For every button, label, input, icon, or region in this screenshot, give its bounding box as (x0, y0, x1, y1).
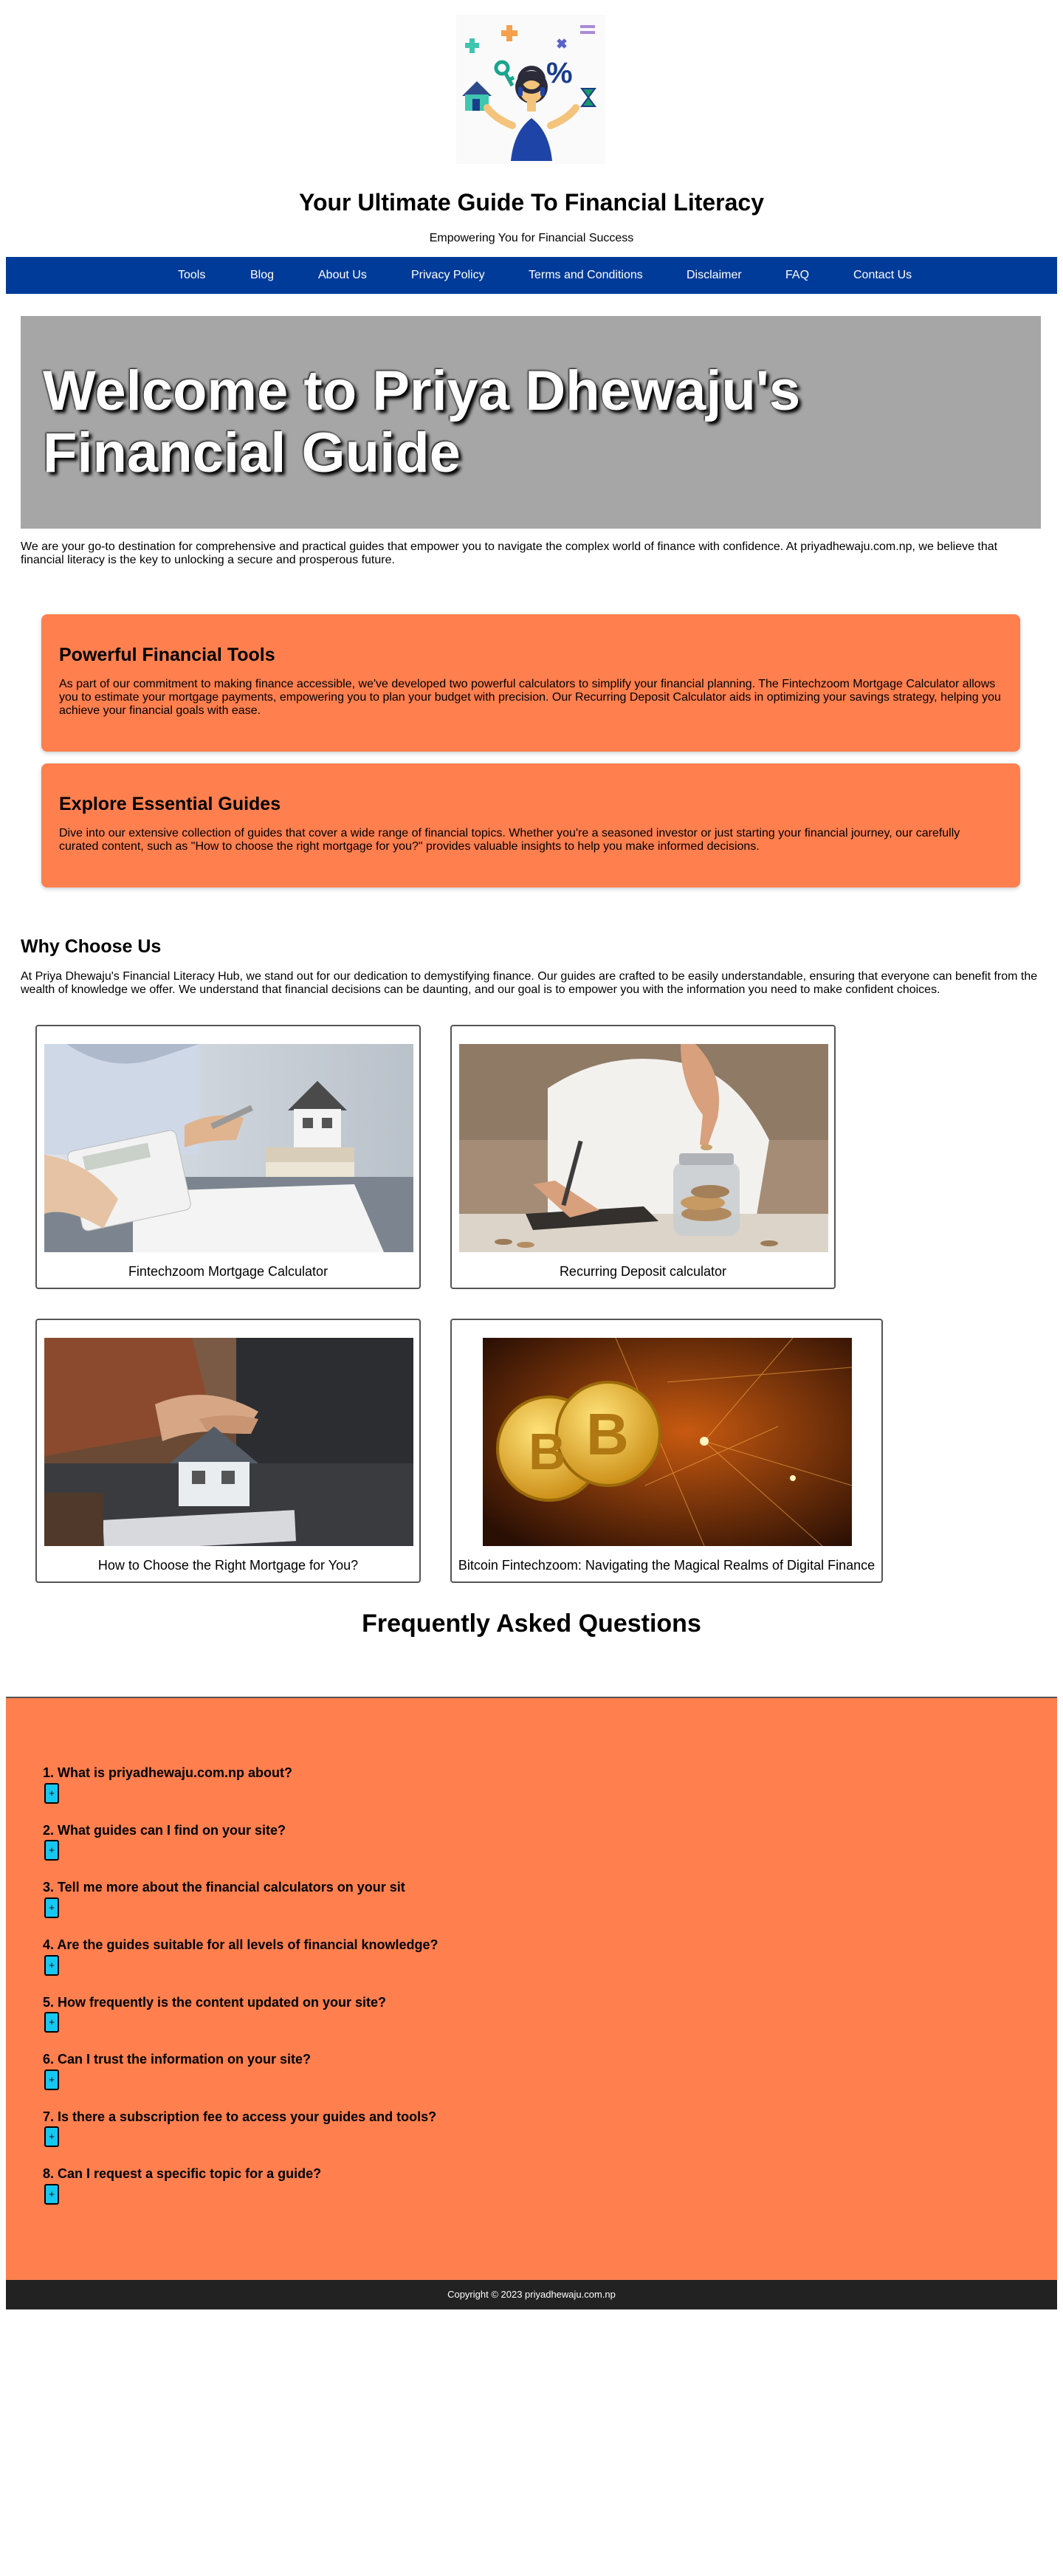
nav-item-privacy-policy[interactable]: Privacy Policy (411, 269, 485, 282)
card-caption: How to Choose the Right Mortgage for You… (97, 1558, 359, 1573)
faq-question: 1. What is priyadhewaju.com.np about? (43, 1765, 293, 1780)
faq-question: 7. Is there a subscription fee to access… (43, 2109, 437, 2124)
nav-item-terms-and-conditions[interactable]: Terms and Conditions (529, 269, 643, 282)
why-choose-us-title: Why Choose Us (21, 936, 162, 957)
faq-question: 3. Tell me more about the financial calc… (43, 1880, 405, 1895)
calculator-house-photo (44, 1044, 413, 1252)
nav-item-about-us[interactable]: About Us (318, 269, 367, 282)
feature-title: Explore Essential Guides (59, 794, 281, 814)
faq-question: 4. Are the guides suitable for all level… (43, 1937, 438, 1952)
main-nav: Tools Blog About Us Privacy Policy Terms… (6, 257, 1057, 294)
coin-jar-photo (459, 1044, 828, 1252)
feature-card-tools: Powerful Financial Tools As part of our … (41, 614, 1020, 752)
feature-text: As part of our commitment to making fina… (59, 678, 1001, 717)
site-header: % Your Ultimate Guide To Financial Liter… (0, 0, 1063, 257)
faq-expand-button[interactable]: + (44, 2070, 59, 2090)
handshake-house-photo (44, 1338, 413, 1546)
faq-expand-button[interactable]: + (44, 1897, 59, 1918)
faq-expand-button[interactable]: + (44, 1955, 59, 1976)
faq-section: 1. What is priyadhewaju.com.np about? + … (6, 1697, 1057, 2280)
faq-question: 6. Can I trust the information on your s… (43, 2052, 312, 2067)
why-choose-us-text: At Priya Dhewaju's Financial Literacy Hu… (21, 970, 1038, 996)
nav-item-contact-us[interactable]: Contact Us (853, 269, 912, 282)
feature-card-guides: Explore Essential Guides Dive into our e… (41, 763, 1020, 887)
faq-title: Frequently Asked Questions (362, 1610, 701, 1638)
card-recurring-deposit[interactable]: Recurring Deposit calculator (450, 1025, 836, 1289)
svg-text:%: % (546, 57, 573, 89)
nav-item-faq[interactable]: FAQ (785, 269, 809, 282)
faq-question: 8. Can I request a specific topic for a … (43, 2166, 322, 2181)
svg-text:B: B (529, 1423, 566, 1480)
bitcoin-photo: B B (483, 1338, 852, 1546)
hero-banner: Welcome to Priya Dhewaju's Financial Gui… (21, 316, 1041, 529)
card-caption: Bitcoin Fintechzoom: Navigating the Magi… (458, 1558, 875, 1573)
card-choose-mortgage[interactable]: How to Choose the Right Mortgage for You… (35, 1319, 421, 1583)
nav-item-disclaimer[interactable]: Disclaimer (687, 269, 742, 282)
site-tagline: Empowering You for Financial Success (429, 232, 634, 244)
intro-paragraph: We are your go-to destination for compre… (21, 540, 998, 566)
faq-expand-button[interactable]: + (44, 2126, 59, 2147)
card-caption: Fintechzoom Mortgage Calculator (128, 1264, 328, 1279)
hero-title: Welcome to Priya Dhewaju's Financial Gui… (43, 360, 801, 484)
card-bitcoin[interactable]: B B Bitcoin Fintechzoom: Navigating the … (450, 1319, 883, 1583)
svg-text:B: B (586, 1401, 629, 1467)
feature-text: Dive into our extensive collection of gu… (59, 827, 960, 853)
nav-item-blog[interactable]: Blog (250, 269, 274, 282)
faq-expand-button[interactable]: + (44, 1783, 59, 1804)
faq-question: 5. How frequently is the content updated… (43, 1995, 387, 2010)
faq-expand-button[interactable]: + (44, 2012, 59, 2033)
faq-question: 2. What guides can I find on your site? (43, 1823, 286, 1838)
card-caption: Recurring Deposit calculator (559, 1264, 727, 1279)
site-title: Your Ultimate Guide To Financial Literac… (298, 189, 765, 216)
faq-expand-button[interactable]: + (44, 2184, 59, 2205)
card-mortgage-calculator[interactable]: Fintechzoom Mortgage Calculator (35, 1025, 421, 1289)
feature-title: Powerful Financial Tools (59, 645, 275, 665)
nav-item-tools[interactable]: Tools (178, 269, 205, 282)
site-footer: Copyright © 2023 priyadhewaju.com.np (6, 2280, 1057, 2309)
faq-expand-button[interactable]: + (44, 1840, 59, 1861)
finance-woman-logo-icon: % (456, 15, 605, 164)
copyright-text: Copyright © 2023 priyadhewaju.com.np (447, 2289, 616, 2300)
